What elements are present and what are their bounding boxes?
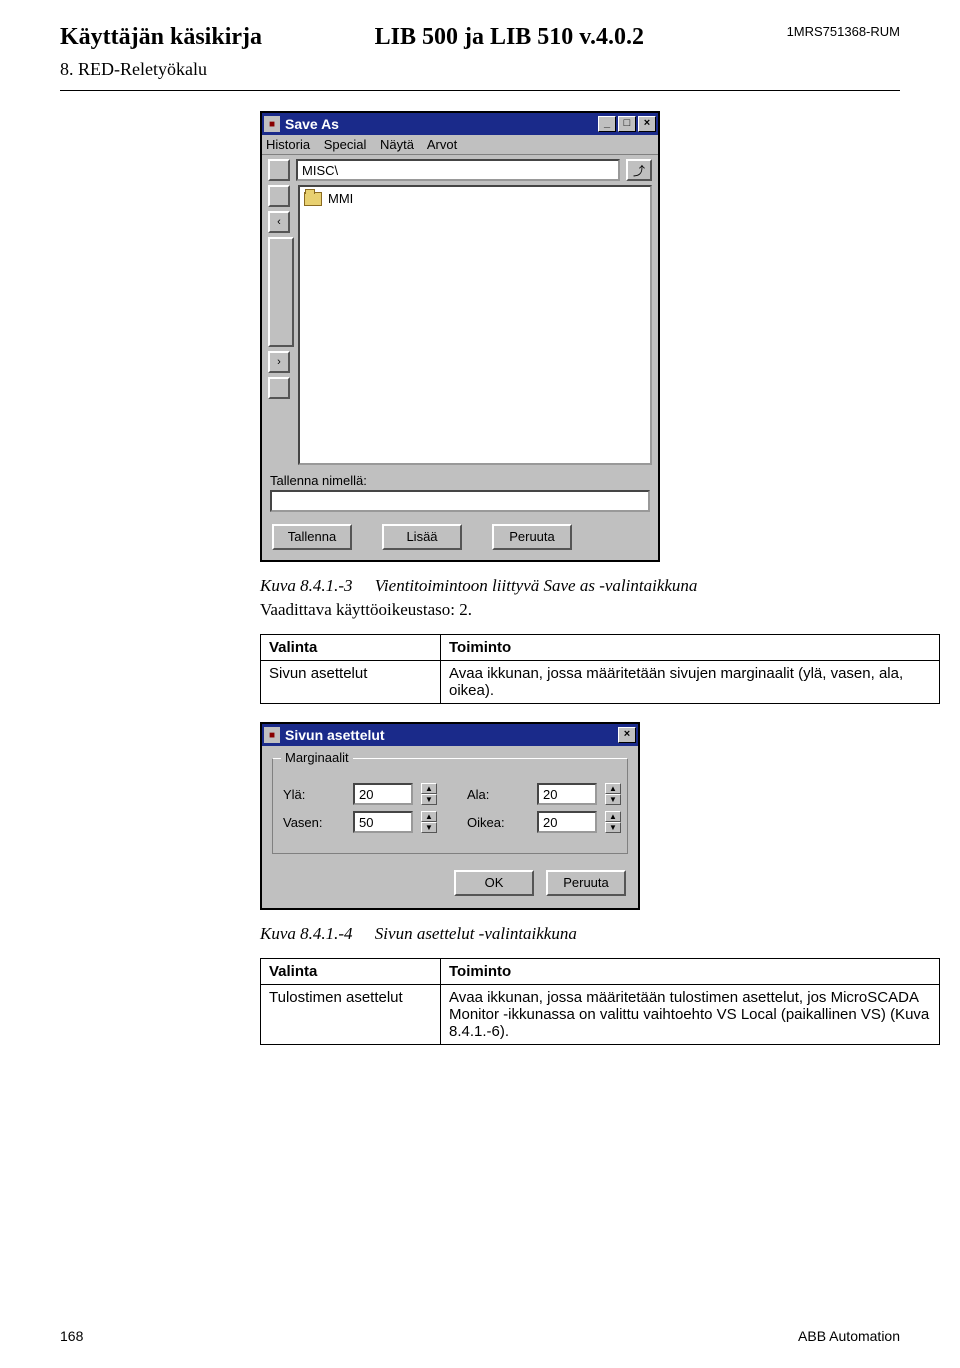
app-icon: ■: [264, 116, 280, 132]
header-divider: [60, 90, 900, 91]
bottom-label: Ala:: [467, 787, 527, 802]
spin-down-icon[interactable]: ▼: [421, 794, 437, 805]
table-row: Tulostimen asettelut Avaa ikkunan, jossa…: [261, 985, 940, 1045]
window-title: Save As: [285, 116, 598, 132]
side-button-2[interactable]: [268, 377, 290, 399]
page-number: 168: [60, 1328, 83, 1344]
right-margin-label: Oikea:: [467, 815, 527, 830]
path-field[interactable]: MISC\: [296, 159, 620, 181]
save-as-label: Tallenna nimellä:: [262, 467, 658, 490]
add-button[interactable]: Lisää: [382, 524, 462, 550]
left-margin-label: Vasen:: [283, 815, 343, 830]
spin-up-icon[interactable]: ▲: [421, 811, 437, 822]
brand-label: ABB Automation: [798, 1328, 900, 1344]
cancel-button[interactable]: Peruuta: [546, 870, 626, 896]
minimize-button[interactable]: _: [598, 116, 616, 132]
cancel-button[interactable]: Peruuta: [492, 524, 572, 550]
page-setup-dialog: ■ Sivun asettelut × Ylä: 20 ▲▼ Vase: [260, 722, 640, 910]
doc-title-center: LIB 500 ja LIB 510 v.4.0.2: [232, 24, 787, 51]
side-button-1[interactable]: [268, 185, 290, 207]
nav-button-left[interactable]: [268, 159, 290, 181]
spin-down-icon[interactable]: ▼: [605, 822, 621, 833]
page-footer: 168 ABB Automation: [60, 1328, 900, 1344]
spin-up-icon[interactable]: ▲: [421, 783, 437, 794]
ok-button[interactable]: OK: [454, 870, 534, 896]
table-header: Valinta: [261, 959, 441, 985]
file-list[interactable]: MMI: [298, 185, 652, 465]
page-header: Käyttäjän käsikirja LIB 500 ja LIB 510 v…: [60, 24, 900, 51]
folder-icon: [304, 192, 322, 206]
close-button[interactable]: ×: [618, 727, 636, 743]
spin-up-icon[interactable]: ▲: [605, 783, 621, 794]
access-level-note: Vaadittava käyttöoikeustaso: 2.: [260, 600, 900, 620]
figure-caption-1: Kuva 8.4.1.-3 Vientitoimintoon liittyvä …: [260, 576, 900, 596]
menu-arvot[interactable]: Arvot: [427, 137, 457, 152]
table-tulostimen-asettelut: Valinta Toiminto Tulostimen asettelut Av…: [260, 958, 940, 1045]
table-header: Toiminto: [441, 959, 940, 985]
scroll-down-icon[interactable]: ›: [268, 351, 290, 373]
scroll-up-icon[interactable]: ‹: [268, 211, 290, 233]
spin-up-icon[interactable]: ▲: [605, 811, 621, 822]
table-row: Sivun asettelut Avaa ikkunan, jossa määr…: [261, 661, 940, 704]
left-margin-input[interactable]: 50: [353, 811, 413, 833]
table-sivun-asettelut: Valinta Toiminto Sivun asettelut Avaa ik…: [260, 634, 940, 704]
save-as-input[interactable]: [270, 490, 650, 512]
save-button[interactable]: Tallenna: [272, 524, 352, 550]
window-title: Sivun asettelut: [285, 727, 618, 743]
table-header: Valinta: [261, 635, 441, 661]
menubar: Historia Special Näytä Arvot: [262, 135, 658, 155]
bottom-input[interactable]: 20: [537, 783, 597, 805]
figure-caption-2: Kuva 8.4.1.-4 Sivun asettelut -valintaik…: [260, 924, 900, 944]
menu-special[interactable]: Special: [324, 137, 367, 152]
folder-label: MMI: [328, 191, 353, 206]
top-input[interactable]: 20: [353, 783, 413, 805]
menu-nayta[interactable]: Näytä: [380, 137, 414, 152]
top-label: Ylä:: [283, 787, 343, 802]
up-folder-button[interactable]: ⤴: [626, 159, 652, 181]
titlebar: ■ Sivun asettelut ×: [262, 724, 638, 746]
list-item[interactable]: MMI: [304, 191, 646, 206]
titlebar: ■ Save As _ □ ×: [262, 113, 658, 135]
section-heading: 8. RED-Reletyökalu: [60, 59, 900, 80]
app-icon: ■: [264, 727, 280, 743]
maximize-button[interactable]: □: [618, 116, 636, 132]
doc-id: 1MRS751368-RUM: [787, 24, 900, 39]
save-as-dialog: ■ Save As _ □ × Historia Special Näytä A…: [260, 111, 660, 562]
menu-historia[interactable]: Historia: [266, 137, 310, 152]
close-button[interactable]: ×: [638, 116, 656, 132]
table-header: Toiminto: [441, 635, 940, 661]
right-margin-input[interactable]: 20: [537, 811, 597, 833]
scroll-track[interactable]: [268, 237, 294, 347]
margins-group: Ylä: 20 ▲▼ Vasen: 50 ▲▼ Ala:: [272, 758, 628, 854]
spin-down-icon[interactable]: ▼: [605, 794, 621, 805]
spin-down-icon[interactable]: ▼: [421, 822, 437, 833]
